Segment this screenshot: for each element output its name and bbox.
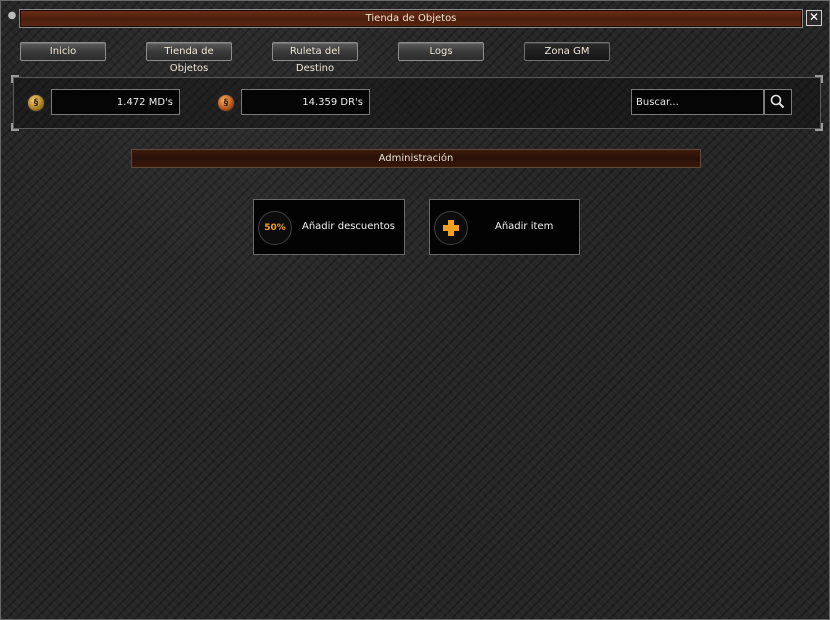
window-titlebar[interactable]: Tienda de Objetos	[19, 9, 803, 28]
nav-logs-button[interactable]: Logs	[398, 42, 484, 61]
nav-tienda-button[interactable]: Tienda de Objetos	[146, 42, 232, 74]
dr-coin-icon: §	[217, 94, 235, 112]
md-coin-icon: §	[27, 94, 45, 112]
discount-icon: 50%	[258, 211, 292, 245]
corner-ornament	[815, 75, 823, 83]
discount-badge: 50%	[264, 223, 286, 233]
nav-zona-gm-button[interactable]: Zona GM	[524, 42, 610, 61]
md-balance: 1.472 MD's	[51, 89, 180, 115]
search-input[interactable]	[631, 89, 764, 115]
close-icon: ✕	[808, 10, 820, 24]
window-title: Tienda de Objetos	[365, 13, 457, 24]
window-menu-icon[interactable]: ●	[7, 9, 17, 23]
nav-ruleta-button[interactable]: Ruleta del Destino	[272, 42, 358, 74]
corner-ornament	[815, 123, 823, 131]
corner-ornament	[11, 123, 19, 131]
corner-ornament	[11, 75, 19, 83]
admin-title: Administración	[378, 153, 454, 164]
plus-icon	[434, 211, 468, 245]
add-item-button[interactable]: Añadir item	[429, 199, 580, 255]
close-button[interactable]: ✕	[806, 10, 822, 26]
add-discounts-button[interactable]: 50% Añadir descuentos	[253, 199, 405, 255]
shop-window: ● Tienda de Objetos ✕ Inicio Tienda de O…	[0, 0, 830, 620]
admin-section-header: Administración	[131, 149, 701, 168]
search-button[interactable]	[764, 89, 792, 115]
add-item-label: Añadir item	[495, 221, 554, 232]
dr-balance: 14.359 DR's	[241, 89, 370, 115]
nav-inicio-button[interactable]: Inicio	[20, 42, 106, 61]
currency-bar: § 1.472 MD's § 14.359 DR's	[11, 75, 823, 131]
search-icon	[770, 94, 785, 109]
add-discounts-label: Añadir descuentos	[302, 221, 396, 232]
